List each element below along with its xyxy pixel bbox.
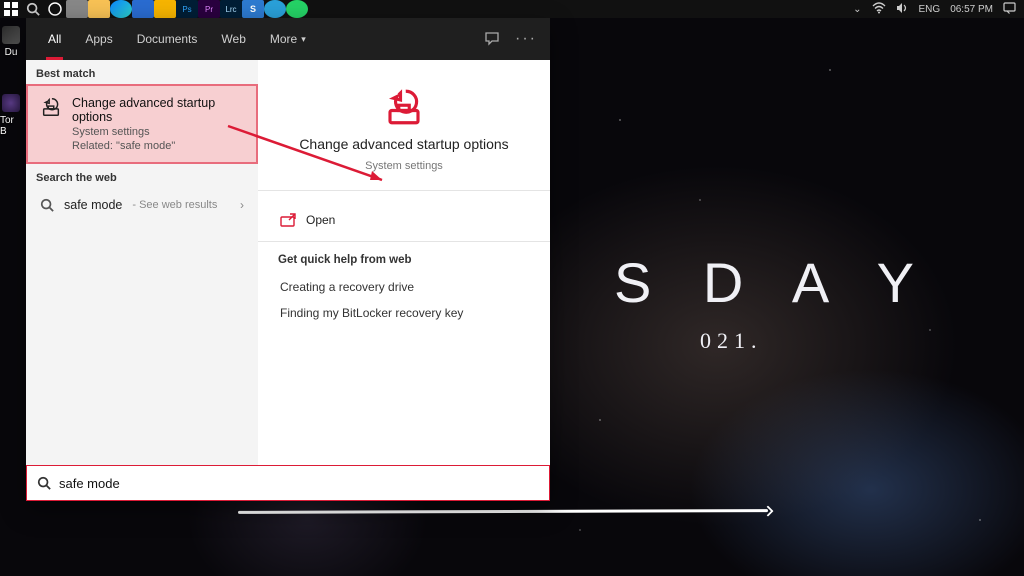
wifi-icon[interactable] [872, 2, 886, 17]
best-match-subtitle: System settings [72, 126, 244, 138]
desktop-icons: Du Tor B [0, 26, 26, 173]
taskbar: Ps Pr Lrc S ⌄ ENG 06:57 PM [0, 0, 1024, 18]
tab-more[interactable]: More▾ [258, 18, 318, 60]
taskbar-search-icon[interactable] [22, 0, 44, 18]
open-label: Open [306, 213, 335, 227]
result-detail-panel: Change advanced startup options System s… [258, 60, 550, 465]
desktop-icon-tor[interactable]: Tor B [0, 94, 22, 137]
best-match-title: Change advanced startup options [72, 96, 244, 124]
best-match-related: Related: "safe mode" [72, 140, 244, 152]
open-action[interactable]: Open [278, 203, 530, 237]
search-tabs: All Apps Documents Web More▾ ··· [26, 18, 550, 60]
taskbar-app-store[interactable] [154, 0, 176, 18]
detail-subtitle: System settings [365, 160, 443, 172]
section-search-web: Search the web [26, 164, 258, 188]
wallpaper-day-text: S D A Y [614, 250, 932, 315]
taskbar-app-mail[interactable] [132, 0, 154, 18]
open-icon [280, 213, 296, 227]
volume-icon[interactable] [896, 2, 909, 17]
taskbar-app-snagit[interactable]: S [242, 0, 264, 18]
taskbar-app-whatsapp[interactable] [286, 0, 308, 18]
search-icon [40, 198, 54, 212]
options-icon[interactable]: ··· [512, 25, 540, 53]
divider [258, 190, 550, 191]
quick-help-item[interactable]: Finding my BitLocker recovery key [278, 300, 530, 326]
wallpaper-year-text: 021. [700, 328, 763, 354]
tray-clock[interactable]: 06:57 PM [950, 4, 993, 15]
recovery-icon [40, 96, 62, 121]
search-input-box[interactable] [26, 465, 550, 501]
search-flyout: All Apps Documents Web More▾ ··· Best ma… [26, 18, 550, 501]
task-view-icon[interactable] [66, 0, 88, 18]
tab-all[interactable]: All [36, 18, 73, 60]
tab-documents[interactable]: Documents [125, 18, 210, 60]
web-result-item[interactable]: safe mode - See web results › [26, 188, 258, 222]
search-icon [37, 476, 51, 490]
desktop-icon-label: Tor B [0, 115, 22, 137]
taskbar-app-telegram[interactable] [264, 0, 286, 18]
quick-help-item[interactable]: Creating a recovery drive [278, 274, 530, 300]
annotation-underline [238, 509, 768, 514]
notification-icon[interactable] [1003, 2, 1016, 17]
detail-title: Change advanced startup options [299, 136, 508, 152]
chevron-right-icon: › [240, 198, 244, 212]
tab-web[interactable]: Web [209, 18, 257, 60]
desktop-icon-label: Du [5, 47, 18, 58]
tray-chevron-icon[interactable]: ⌄ [853, 4, 861, 15]
divider [258, 241, 550, 242]
section-best-match: Best match [26, 60, 258, 84]
search-input[interactable] [59, 476, 539, 491]
results-list: Best match Change advanced startup optio… [26, 60, 258, 465]
web-result-hint: - See web results [132, 199, 217, 211]
taskbar-app-premiere[interactable]: Pr [198, 0, 220, 18]
quick-help-title: Get quick help from web [278, 254, 530, 266]
recovery-icon [383, 86, 425, 128]
taskbar-app-lightroom[interactable]: Lrc [220, 0, 242, 18]
best-match-item[interactable]: Change advanced startup options System s… [26, 84, 258, 164]
cortana-icon[interactable] [44, 0, 66, 18]
feedback-icon[interactable] [478, 25, 506, 53]
tab-apps[interactable]: Apps [73, 18, 124, 60]
taskbar-app-edge[interactable] [110, 0, 132, 18]
web-result-query: safe mode [64, 198, 122, 212]
taskbar-app-photoshop[interactable]: Ps [176, 0, 198, 18]
start-button[interactable] [0, 0, 22, 18]
chevron-down-icon: ▾ [301, 34, 306, 45]
taskbar-app-explorer[interactable] [88, 0, 110, 18]
desktop-icon-dustbin[interactable]: Du [0, 26, 22, 58]
tray-language[interactable]: ENG [919, 4, 941, 15]
